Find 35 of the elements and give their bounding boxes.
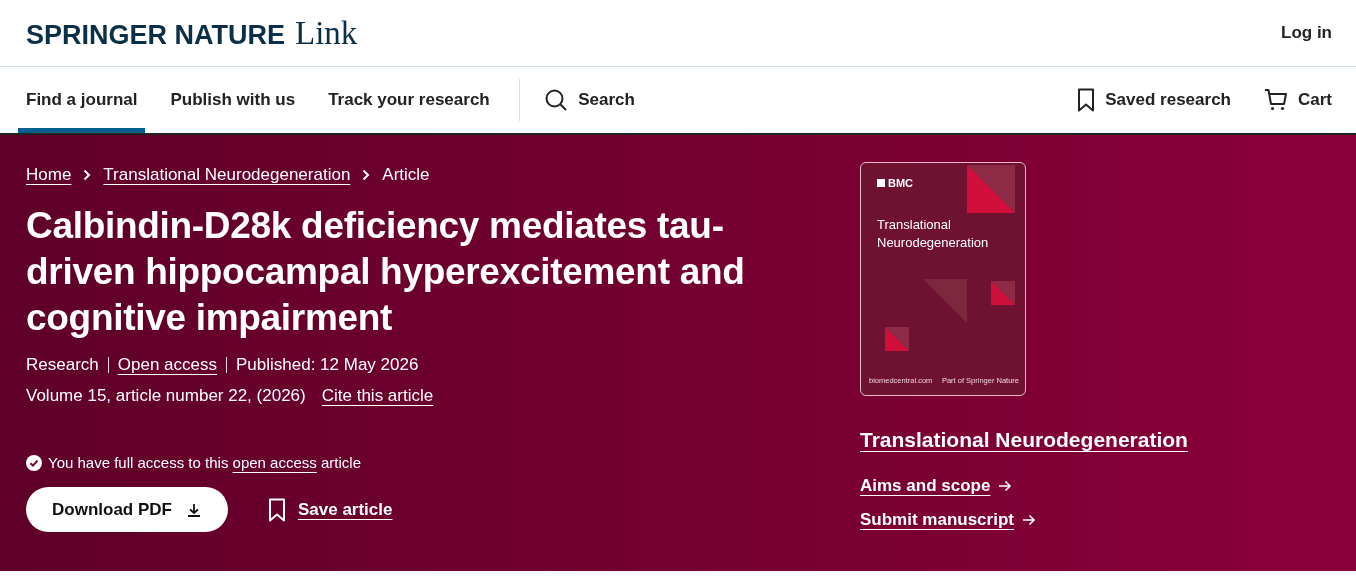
bookmark-icon xyxy=(267,497,286,522)
download-pdf-button[interactable]: Download PDF xyxy=(26,487,228,532)
search-icon xyxy=(544,88,569,112)
bookmark-icon xyxy=(1077,88,1096,112)
arrow-right-icon xyxy=(998,480,1013,492)
publish-date: Published: 12 May 2026 xyxy=(236,355,419,375)
download-icon xyxy=(185,501,202,518)
nav-tab[interactable]: Track your research xyxy=(320,67,498,133)
volume-info: Volume 15, article number 22, (2026) xyxy=(26,386,306,406)
chevron-icon xyxy=(362,169,371,181)
site-logo[interactable]: SPRINGER NATURE Link xyxy=(26,14,358,52)
publisher-mark: BMC xyxy=(877,177,914,189)
cart-link[interactable]: Cart xyxy=(1256,67,1340,133)
save-article-button[interactable]: Save article xyxy=(267,497,393,522)
open-access-link[interactable]: open access xyxy=(232,454,317,471)
search-link[interactable]: Search xyxy=(536,67,643,133)
breadcrumb-current: Article xyxy=(382,165,430,185)
open-access-link[interactable]: Open access xyxy=(117,355,217,375)
breadcrumb-link[interactable]: Translational Neurodegeneration xyxy=(103,165,351,185)
journal-link[interactable]: Translational Neurodegeneration xyxy=(860,428,1188,452)
saved-research-link[interactable]: Saved research xyxy=(1069,67,1239,133)
journal-nav-link[interactable]: Aims and scope xyxy=(860,476,1013,496)
arrow-right-icon xyxy=(1021,514,1036,526)
journal-nav-link[interactable]: Submit manuscript xyxy=(860,510,1036,530)
access-note: You have full access to this open access article xyxy=(48,454,361,471)
breadcrumb-link[interactable]: Home xyxy=(26,165,72,185)
article-title: Calbindin-D28k deficiency mediates tau-driven hippocampal hyperexcitement and cognitive impairment xyxy=(26,204,746,340)
cover-title: Translational Neurodegeneration xyxy=(877,216,989,252)
check-circle-icon xyxy=(26,454,42,471)
chevron-icon xyxy=(83,169,92,181)
login-link[interactable]: Log in xyxy=(1281,23,1332,43)
nav-tab[interactable]: Publish with us xyxy=(162,67,304,133)
article-type: Research xyxy=(26,355,99,375)
cart-icon xyxy=(1264,88,1288,112)
cite-link[interactable]: Cite this article xyxy=(321,386,434,406)
